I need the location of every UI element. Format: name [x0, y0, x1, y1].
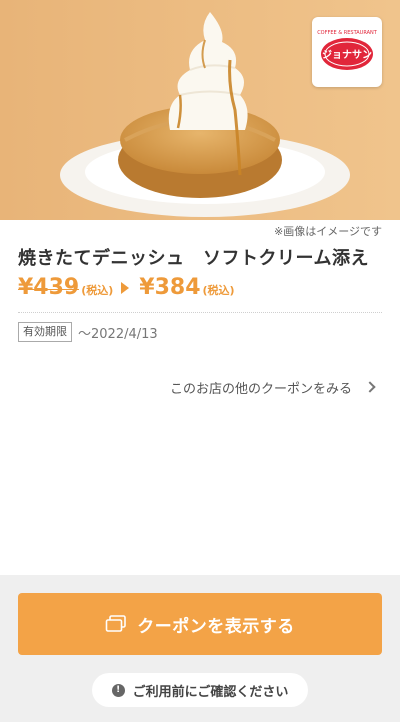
confirm-before-use-button[interactable]: ! ご利用前にご確認ください [92, 673, 308, 707]
tax-label-new: (税込) [202, 284, 235, 297]
footer-bar: クーポンを表示する ! ご利用前にご確認ください [0, 575, 400, 722]
svg-text:COFFEE & RESTAURANT: COFFEE & RESTAURANT [317, 30, 377, 36]
info-icon: ! [111, 683, 125, 697]
chevron-right-icon [364, 381, 376, 393]
price-row: ¥439 (税込) ¥384 (税込) [18, 275, 235, 301]
show-coupon-button[interactable]: クーポンを表示する [18, 593, 382, 655]
product-title: 焼きたてデニッシュ ソフトクリーム添え [18, 248, 369, 269]
validity-date: 〜2022/4/13 [78, 326, 158, 342]
coupon-cards-icon [105, 615, 127, 632]
tax-label-old: (税込) [81, 284, 114, 297]
validity-row: 有効期限 〜2022/4/13 [18, 322, 158, 342]
other-coupons-label: このお店の他のクーポンをみる [169, 381, 352, 397]
arrow-right-icon [121, 282, 130, 294]
image-disclaimer: ※画像はイメージです [274, 225, 382, 238]
divider [18, 312, 382, 313]
svg-text:ジョナサン: ジョナサン [322, 49, 372, 61]
validity-badge: 有効期限 [18, 322, 72, 342]
other-coupons-link[interactable]: このお店の他のクーポンをみる [0, 374, 400, 400]
restaurant-logo: ジョナサン COFFEE & RESTAURANT [312, 17, 382, 87]
confirm-label: ご利用前にご確認ください [132, 684, 289, 700]
show-coupon-label: クーポンを表示する [137, 616, 295, 637]
product-image: ジョナサン COFFEE & RESTAURANT [0, 0, 400, 220]
original-price: ¥439 [18, 275, 80, 300]
discount-price: ¥384 [139, 275, 201, 300]
